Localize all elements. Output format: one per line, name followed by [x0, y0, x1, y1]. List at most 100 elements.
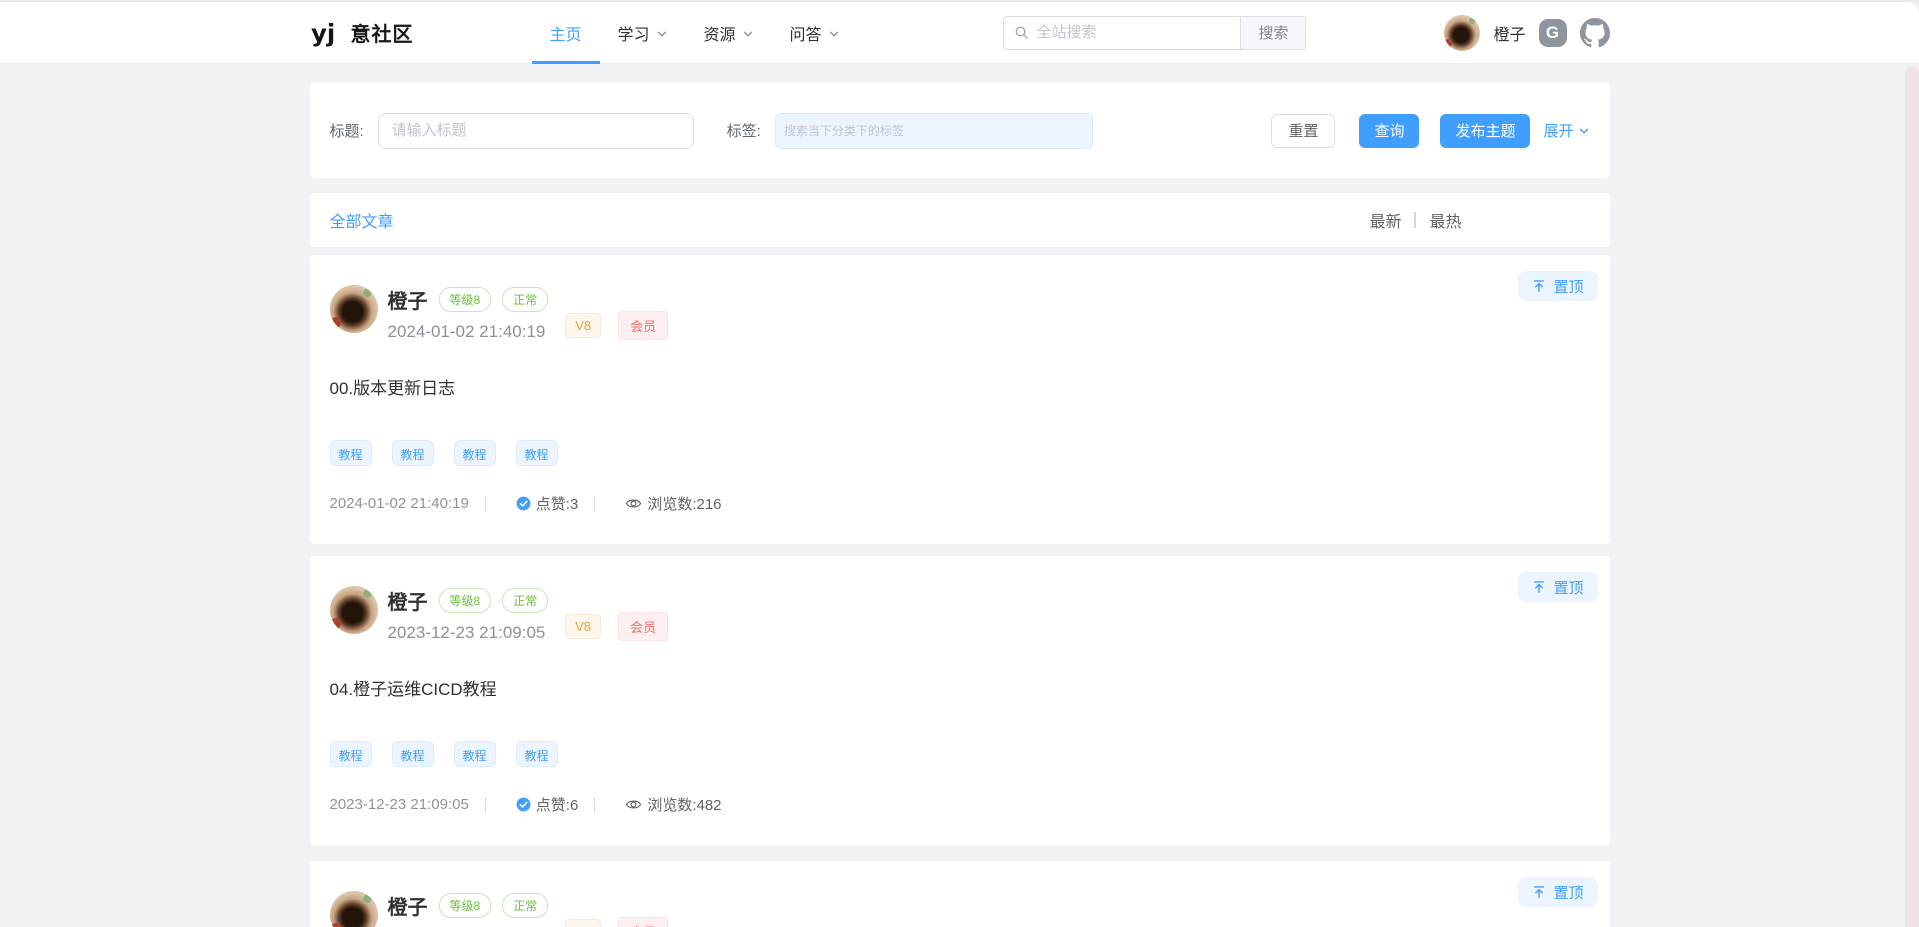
- pin-button[interactable]: 置顶: [1518, 572, 1597, 602]
- check-circle-icon: [516, 797, 531, 812]
- github-icon[interactable]: [1580, 18, 1610, 48]
- member-badge: 会员: [618, 311, 668, 340]
- search-input[interactable]: [1036, 24, 1240, 41]
- to-top-icon: [1532, 580, 1546, 594]
- nav-item-home[interactable]: 主页: [532, 2, 600, 63]
- post-created-at: 2024-01-02 21:40:19: [388, 322, 549, 342]
- sort-newest[interactable]: 最新: [1369, 208, 1401, 232]
- footer-date: 2023-12-23 21:09:05: [330, 796, 469, 813]
- tag[interactable]: 教程: [454, 440, 496, 466]
- top-navbar: yj 意社区 主页 学习 资源 问答: [0, 2, 1919, 64]
- author-avatar[interactable]: [330, 891, 378, 927]
- tag[interactable]: 教程: [516, 440, 558, 466]
- nav-item-learn[interactable]: 学习: [600, 2, 686, 63]
- member-badge: 会员: [618, 917, 668, 927]
- scrollbar[interactable]: [1905, 66, 1919, 927]
- tag[interactable]: 教程: [516, 741, 558, 767]
- footer-date: 2024-01-02 21:40:19: [330, 495, 469, 512]
- search-icon: [1014, 25, 1029, 40]
- author-avatar[interactable]: [330, 285, 378, 333]
- sort-options: 最新 最热: [1369, 208, 1461, 232]
- gitee-icon[interactable]: G: [1539, 19, 1567, 47]
- views-stat: 浏览数:216: [625, 493, 721, 514]
- brand[interactable]: yj 意社区: [310, 18, 414, 48]
- nav-item-resources[interactable]: 资源: [686, 2, 772, 63]
- post-footer: 2023-12-23 21:09:05 点赞:6 浏览数:482: [330, 795, 1590, 813]
- post-title[interactable]: 04.橙子运维CICD教程: [330, 679, 1590, 701]
- user-avatar[interactable]: [1444, 15, 1480, 51]
- search-box: [1003, 16, 1240, 50]
- site-logo-icon: yj: [310, 18, 340, 48]
- post-card[interactable]: 置顶 橙子 等级8 正常 2023-12-23 21:09:05 V8 会员 0…: [310, 556, 1610, 845]
- site-title: 意社区: [351, 18, 414, 47]
- pin-button[interactable]: 置顶: [1518, 877, 1597, 907]
- post-footer: 2024-01-02 21:40:19 点赞:3 浏览数:216: [330, 494, 1590, 512]
- tag-filter-label: 标签:: [727, 120, 761, 141]
- publish-topic-button[interactable]: 发布主题: [1440, 114, 1530, 148]
- status-badge: 正常: [502, 893, 548, 918]
- chevron-down-icon: [742, 28, 754, 40]
- tag[interactable]: 教程: [392, 741, 434, 767]
- tag[interactable]: 教程: [392, 440, 434, 466]
- search-button[interactable]: 搜索: [1240, 16, 1306, 50]
- main-nav: 主页 学习 资源 问答: [532, 2, 858, 63]
- vip-badge: V8: [565, 919, 601, 927]
- vip-badge: V8: [565, 614, 601, 639]
- to-top-icon: [1532, 279, 1546, 293]
- expand-link[interactable]: 展开: [1543, 120, 1589, 141]
- views-stat: 浏览数:482: [625, 794, 721, 815]
- pin-button[interactable]: 置顶: [1518, 271, 1597, 301]
- tag[interactable]: 教程: [454, 741, 496, 767]
- eye-icon: [625, 495, 642, 512]
- post-author-row: 橙子 等级8 正常 2024-01-02 21:40:19 V8 会员: [330, 285, 1590, 342]
- author-name: 橙子: [388, 285, 428, 314]
- member-badge: 会员: [618, 612, 668, 641]
- status-badge: 正常: [502, 588, 548, 613]
- eye-icon: [625, 796, 642, 813]
- query-button[interactable]: 查询: [1359, 114, 1419, 148]
- tag[interactable]: 教程: [330, 741, 372, 767]
- vip-badge: V8: [565, 313, 601, 338]
- footer-separator: [594, 496, 595, 511]
- author-name: 橙子: [388, 586, 428, 615]
- post-card[interactable]: 置顶 橙子 等级8 正常 2024-01-02 21:40:19 V8 会员 0…: [310, 255, 1610, 544]
- level-badge: 等级8: [439, 893, 492, 918]
- sort-separator: [1414, 212, 1416, 228]
- footer-separator: [485, 496, 486, 511]
- filter-bar: 标题: 标签: 重置 查询 发布主题 展开: [310, 83, 1610, 178]
- chevron-down-icon: [828, 28, 840, 40]
- svg-text:yj: yj: [310, 18, 334, 47]
- status-badge: 正常: [502, 287, 548, 312]
- chevron-down-icon: [1578, 125, 1590, 137]
- author-avatar[interactable]: [330, 586, 378, 634]
- global-search: 搜索: [1003, 16, 1306, 50]
- footer-separator: [485, 797, 486, 812]
- post-author-row: 橙子 等级8 正常 2023-12-16 15:22:38 V8 会员: [330, 891, 1590, 927]
- footer-separator: [594, 797, 595, 812]
- reset-button[interactable]: 重置: [1271, 114, 1335, 148]
- main-content: 标题: 标签: 重置 查询 发布主题 展开 全部文章 最新 最热 置顶: [310, 83, 1610, 927]
- sort-hottest[interactable]: 最热: [1429, 208, 1461, 232]
- author-name: 橙子: [388, 891, 428, 920]
- check-circle-icon: [516, 496, 531, 511]
- filter-actions: 重置 查询 发布主题 展开: [1271, 114, 1589, 148]
- list-header: 全部文章 最新 最热: [310, 193, 1610, 247]
- tag-filter-input[interactable]: [775, 113, 1093, 149]
- post-title[interactable]: 00.版本更新日志: [330, 378, 1590, 400]
- nav-item-qa[interactable]: 问答: [772, 2, 858, 63]
- all-articles-tab[interactable]: 全部文章: [330, 208, 394, 232]
- level-badge: 等级8: [439, 588, 492, 613]
- level-badge: 等级8: [439, 287, 492, 312]
- post-created-at: 2023-12-23 21:09:05: [388, 623, 549, 643]
- post-tags: 教程 教程 教程 教程: [330, 440, 1590, 466]
- likes-stat: 点赞:6: [516, 794, 579, 815]
- tag[interactable]: 教程: [330, 440, 372, 466]
- post-tags: 教程 教程 教程 教程: [330, 741, 1590, 767]
- title-filter-input[interactable]: [378, 113, 694, 149]
- username[interactable]: 橙子: [1493, 21, 1525, 45]
- likes-stat: 点赞:3: [516, 493, 579, 514]
- post-card[interactable]: 置顶 橙子 等级8 正常 2023-12-16 15:22:38 V8 会员: [310, 861, 1610, 927]
- post-author-row: 橙子 等级8 正常 2023-12-23 21:09:05 V8 会员: [330, 586, 1590, 643]
- to-top-icon: [1532, 885, 1546, 899]
- title-filter-label: 标题:: [330, 120, 364, 141]
